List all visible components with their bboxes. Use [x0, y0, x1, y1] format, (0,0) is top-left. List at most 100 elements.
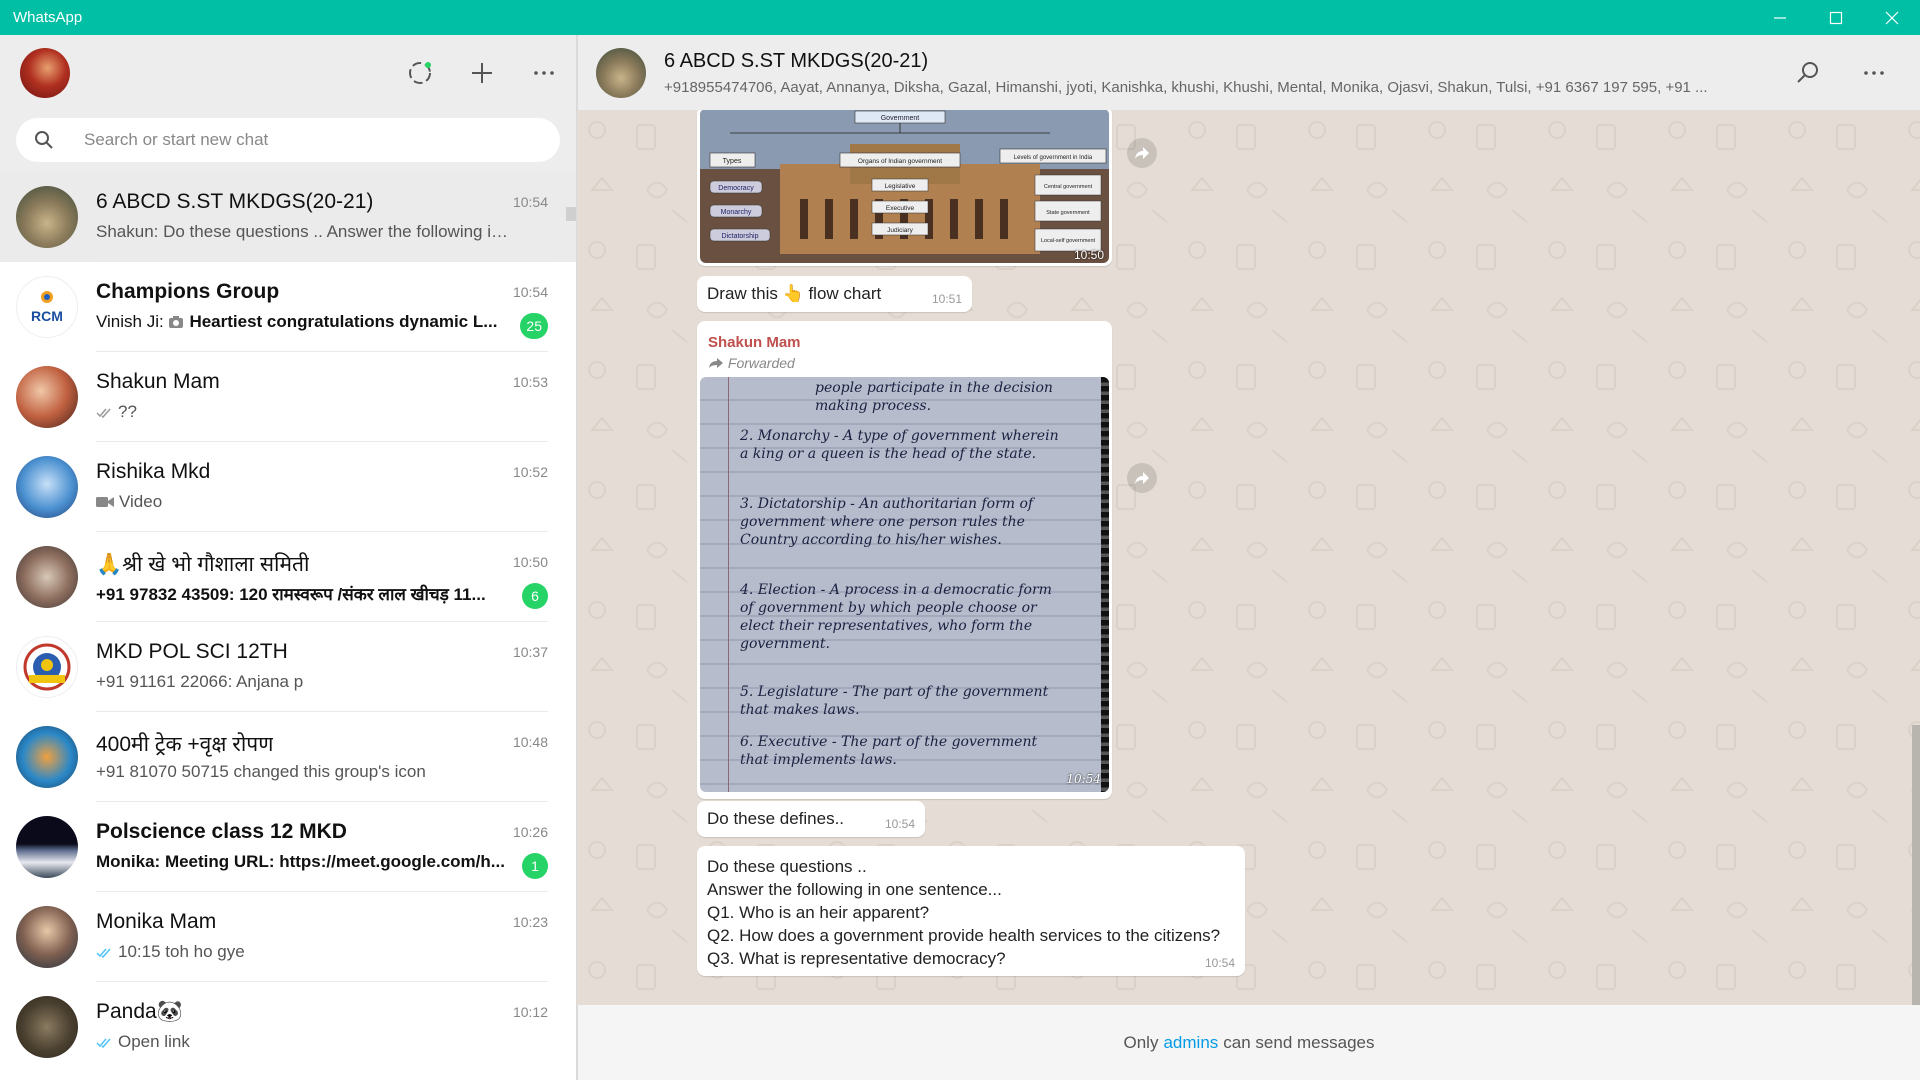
avatar [16, 366, 78, 428]
close-button[interactable] [1864, 0, 1920, 35]
avatar [16, 186, 78, 248]
app-title: WhatsApp [13, 9, 83, 26]
message-time: 10:54 [1204, 956, 1235, 970]
preview-text: Open link [118, 1032, 190, 1051]
text-message[interactable]: Do these defines.. 10:54 [697, 801, 925, 837]
message-sender[interactable]: Shakun Mam [700, 324, 1109, 351]
forward-button[interactable] [1127, 138, 1157, 168]
chat-time: 10:48 [512, 734, 548, 750]
chat-name: Polscience class 12 MKD [96, 820, 347, 843]
chat-item[interactable]: 400मी ट्रेक +वृक्ष रोपण 10:48 +91 81070 … [0, 712, 576, 802]
message-line: Q3. What is representative democracy? [707, 949, 1006, 968]
chat-header[interactable]: 6 ABCD S.ST MKDGS(20-21) +918955474706, … [577, 35, 1920, 110]
menu-button[interactable] [528, 57, 560, 89]
text-message[interactable]: Do these questions .. Answer the followi… [697, 846, 1245, 976]
unread-badge: 6 [522, 583, 548, 609]
chat-list: 6 ABCD S.ST MKDGS(20-21) 10:54 Shakun: D… [0, 172, 576, 1072]
note-line: 6. Executive - The part of the governmen… [740, 734, 1038, 768]
chat-item[interactable]: Polscience class 12 MKD 10:26 Monika: Me… [0, 802, 576, 892]
new-chat-button[interactable] [466, 57, 498, 89]
chart-label-organs: Organs of Indian government [858, 158, 942, 165]
chat-item[interactable]: Rishika Mkd 10:52 Video [0, 442, 576, 532]
search-input[interactable] [84, 130, 504, 150]
chart-label-executive: Executive [886, 205, 915, 212]
chat-members: +918955474706, Aayat, Annanya, Diksha, G… [664, 78, 1708, 96]
chat-header-actions [1792, 57, 1920, 89]
sidebar-actions [404, 57, 560, 89]
chart-label-government: Government [881, 115, 920, 122]
chat-item[interactable]: Panda🐼 10:12 Open link [0, 982, 576, 1072]
search-chat-button[interactable] [1792, 57, 1824, 89]
chat-time: 10:52 [512, 464, 548, 480]
forward-button[interactable] [1127, 463, 1157, 493]
preview-text: ?? [118, 402, 137, 421]
forwarded-icon [709, 358, 723, 368]
maximize-icon [1829, 11, 1843, 24]
chat-preview: +91 91161 22066: Anjana p [96, 672, 304, 691]
preview-text: Heartiest congratulations dynamic L... [189, 312, 498, 331]
share-icon [1135, 147, 1149, 159]
message-time: 10:50 [1073, 248, 1104, 262]
chat-preview: Shakun: Do these questions .. Answer the… [96, 222, 511, 241]
chat-item[interactable]: RCM Champions Group 10:54 Vinish Ji: Hea… [0, 262, 576, 352]
chat-preview: Open link [96, 1032, 190, 1054]
chart-label-democracy: Democracy [718, 185, 754, 192]
image-message[interactable]: Government Types Organs of Indian govern… [697, 110, 1112, 266]
chat-pane: 6 ABCD S.ST MKDGS(20-21) +918955474706, … [577, 35, 1920, 1080]
message-time: 10:51 [931, 292, 962, 306]
camera-icon [168, 314, 184, 334]
message-area[interactable]: Government Types Organs of Indian govern… [577, 110, 1920, 1005]
avatar [16, 816, 78, 878]
chat-preview: 10:15 toh ho gye [96, 942, 245, 964]
chat-time: 10:12 [512, 1004, 548, 1020]
avatar: RCM [16, 276, 78, 338]
chat-item[interactable]: Monika Mam 10:23 10:15 toh ho gye [0, 892, 576, 982]
chart-label-central: Central government [1044, 184, 1093, 190]
notebook-image: people participate in the decision makin… [700, 377, 1109, 792]
preview-text: Video [119, 492, 163, 511]
chat-scrollbar[interactable] [1912, 725, 1920, 1005]
forwarded-label: Forwarded [727, 355, 795, 371]
message-time: 10:54 [884, 817, 915, 831]
chat-menu-button[interactable] [1858, 57, 1890, 89]
search-icon [1797, 61, 1818, 83]
my-avatar[interactable] [20, 47, 70, 98]
minimize-button[interactable] [1752, 0, 1808, 35]
chat-name: Monika Mam [96, 910, 217, 933]
forwarded-image-message[interactable]: Shakun Mam Forwarded people participate … [697, 321, 1112, 799]
group-avatar[interactable] [596, 47, 646, 98]
chat-preview: Monika: Meeting URL: https://meet.google… [96, 852, 505, 871]
text-message[interactable]: Draw this 👆 flow chart 10:51 [697, 276, 972, 312]
chat-time: 10:54 [512, 194, 548, 210]
chat-item[interactable]: 6 ABCD S.ST MKDGS(20-21) 10:54 Shakun: D… [0, 172, 576, 262]
chat-preview: ?? [96, 402, 137, 424]
chat-preview: Video [96, 492, 162, 513]
note-line: 5. Legislature - The part of the governm… [740, 684, 1049, 718]
chart-label-monarchy: Monarchy [721, 209, 752, 216]
maximize-button[interactable] [1808, 0, 1864, 35]
preview-text: 10:15 toh ho gye [118, 942, 245, 961]
chat-name: MKD POL SCI 12TH [96, 640, 288, 663]
chat-name: 🙏श्री खे भो गौशाला समिती [96, 553, 310, 576]
chat-name: Champions Group [96, 280, 280, 303]
message-line: Do these questions .. [707, 857, 867, 876]
avatar [16, 906, 78, 968]
note-line: 3. Dictatorship - An authoritarian form … [740, 496, 1034, 548]
unread-badge: 25 [520, 313, 548, 339]
double-tick-icon [96, 404, 114, 424]
chat-item[interactable]: 🙏श्री खे भो गौशाला समिती 10:50 +91 97832… [0, 532, 576, 622]
sidebar-header [0, 35, 576, 110]
sidebar-scrollbar[interactable] [566, 207, 576, 221]
message-line: Answer the following in one sentence... [707, 880, 1002, 899]
admins-link[interactable]: admins [1163, 1033, 1218, 1053]
svg-text:RCM: RCM [31, 308, 63, 324]
chat-item[interactable]: Shakun Mam 10:53 ?? [0, 352, 576, 442]
search-box[interactable] [16, 118, 560, 162]
message-time: 10:54 [1066, 772, 1101, 786]
chat-item[interactable]: MKD POL SCI 12TH 10:37 +91 91161 22066: … [0, 622, 576, 712]
chat-preview: +91 81070 50715 changed this group's ico… [96, 762, 426, 781]
avatar [16, 546, 78, 608]
status-button[interactable] [404, 57, 436, 89]
message-text: Do these defines.. [707, 809, 845, 828]
search-icon [35, 131, 53, 149]
